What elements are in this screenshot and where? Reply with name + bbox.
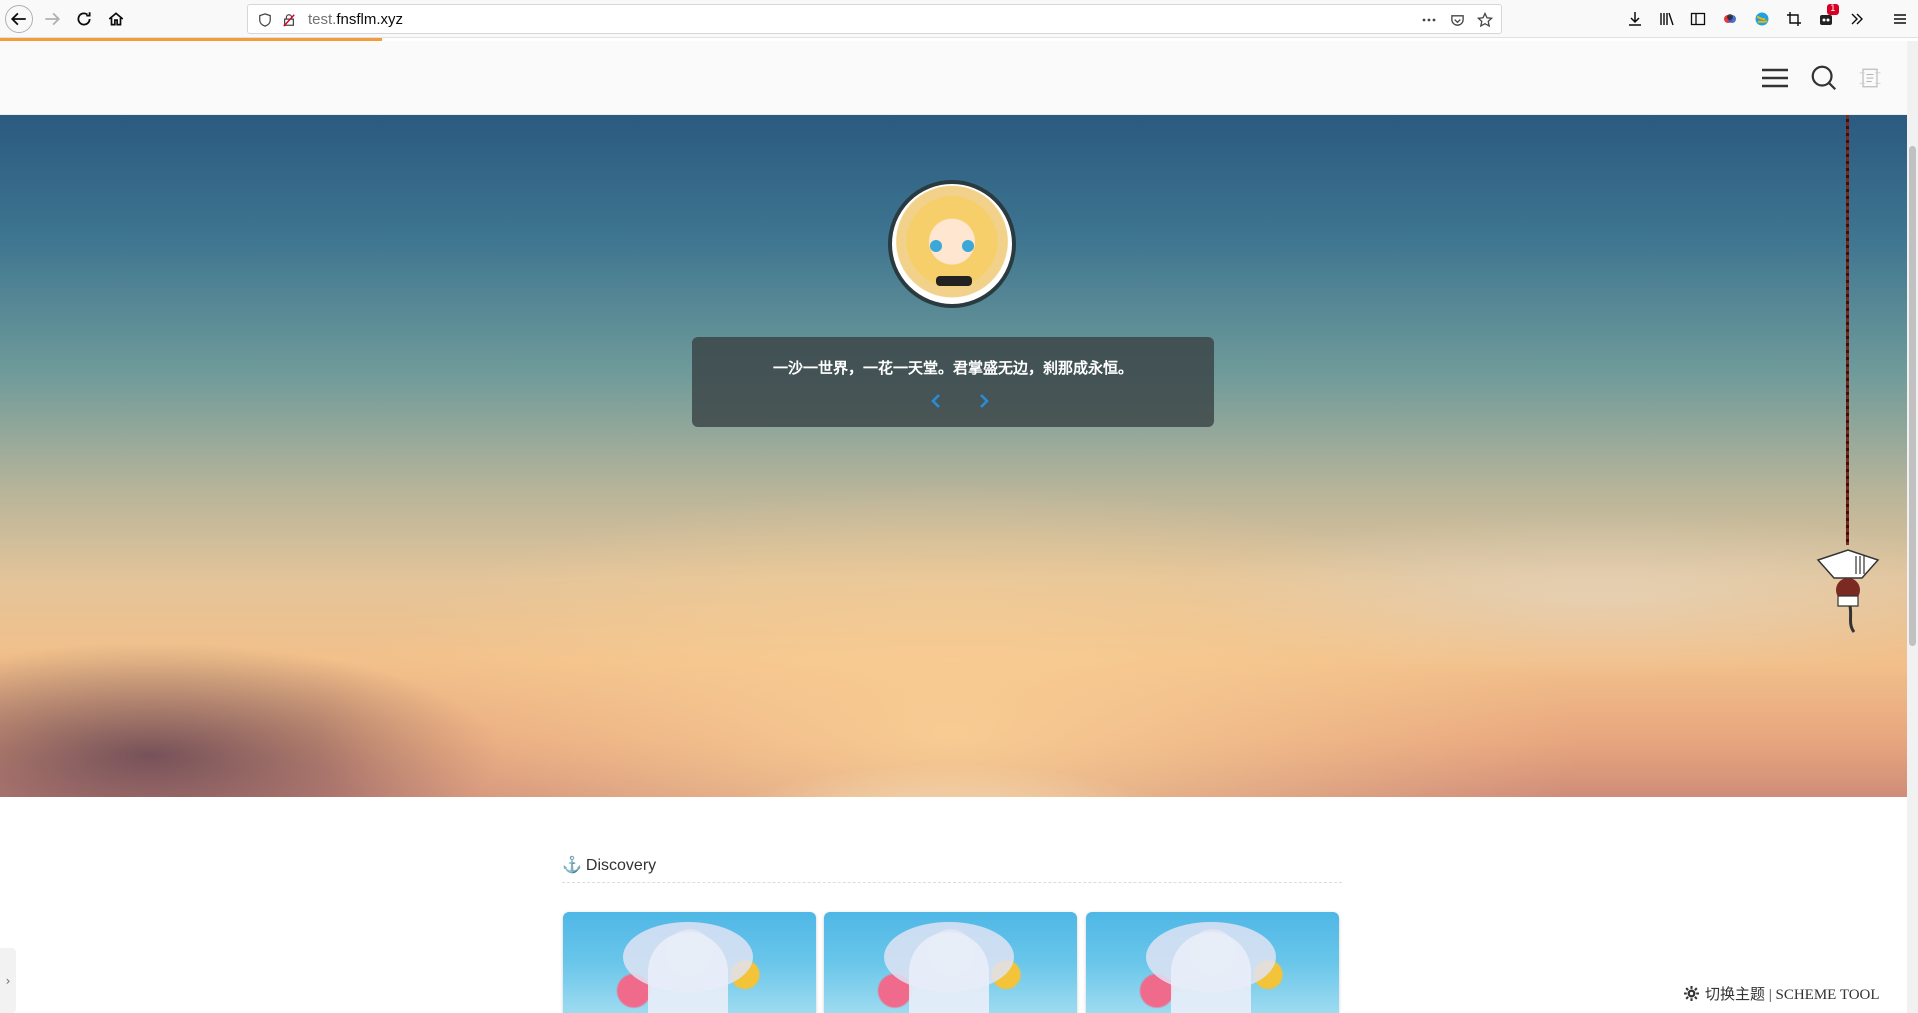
- card-image-figure: [909, 932, 989, 1013]
- back-button[interactable]: [5, 5, 33, 33]
- more-actions-icon[interactable]: [1420, 11, 1438, 29]
- reload-button[interactable]: [70, 5, 98, 33]
- search-icon[interactable]: [1807, 61, 1841, 95]
- insecure-lock-icon[interactable]: [280, 11, 298, 29]
- pocket-icon[interactable]: [1448, 11, 1466, 29]
- user-avatar-icon[interactable]: [1853, 61, 1887, 95]
- quote-prev-button[interactable]: [924, 389, 948, 413]
- sidebar-toggle-button[interactable]: ›: [0, 948, 16, 1013]
- library-icon[interactable]: [1657, 9, 1677, 29]
- card-image-figure: [648, 932, 728, 1013]
- menu-hamburger-icon[interactable]: [1890, 9, 1910, 29]
- shield-icon[interactable]: [256, 11, 274, 29]
- chevron-right-icon: ›: [5, 973, 11, 988]
- browser-toolbar: test.fnsflm.xyz 1: [0, 0, 1918, 38]
- extension-globe-icon[interactable]: [1752, 9, 1772, 29]
- section-title: ⚓ Discovery: [562, 855, 656, 875]
- section-divider: [562, 882, 1342, 883]
- reload-icon: [77, 12, 91, 26]
- gear-icon: [1684, 986, 1699, 1001]
- forward-button[interactable]: [38, 5, 66, 33]
- back-to-top-rope: [1846, 115, 1849, 545]
- home-icon: [108, 12, 124, 26]
- overflow-chevrons-icon[interactable]: [1847, 9, 1867, 29]
- avatar-choker: [936, 276, 972, 286]
- scheme-tool-label: 切换主题 | SCHEME TOOL: [1705, 987, 1880, 1003]
- site-header: [0, 41, 1907, 115]
- scrollbar-thumb[interactable]: [1909, 146, 1916, 646]
- bookmark-star-icon[interactable]: [1476, 11, 1494, 29]
- section-title-text: Discovery: [585, 857, 657, 874]
- back-to-top-cat-icon[interactable]: [1810, 540, 1886, 640]
- scheme-tool-button[interactable]: 切换主题 | SCHEME TOOL: [1684, 983, 1880, 1004]
- home-button[interactable]: [102, 5, 130, 33]
- card-image-figure: [1171, 932, 1251, 1013]
- site-menu-icon[interactable]: [1758, 61, 1792, 95]
- feature-card[interactable]: [1086, 912, 1339, 1013]
- avatar-eye: [930, 240, 942, 252]
- extension-colorzilla-icon[interactable]: [1720, 9, 1740, 29]
- arrow-right-icon: [45, 12, 61, 26]
- page-scrollbar[interactable]: [1907, 41, 1918, 1013]
- quote-box: 一沙一世界，一花一天堂。君掌盛无边，刹那成永恒。: [692, 337, 1214, 427]
- crop-screenshot-icon[interactable]: [1784, 9, 1804, 29]
- avatar[interactable]: [888, 180, 1016, 308]
- url-text[interactable]: test.fnsflm.xyz: [308, 11, 403, 28]
- extension-badge-icon[interactable]: 1: [1816, 4, 1839, 29]
- chevron-right-icon: [980, 394, 989, 408]
- url-bar[interactable]: test.fnsflm.xyz: [247, 4, 1502, 34]
- feature-card[interactable]: [563, 912, 816, 1013]
- avatar-eye: [962, 240, 974, 252]
- download-icon[interactable]: [1625, 9, 1645, 29]
- quote-text: 一沙一世界，一花一天堂。君掌盛无边，刹那成永恒。: [772, 359, 1133, 377]
- sidebar-icon[interactable]: [1688, 9, 1708, 29]
- quote-next-button[interactable]: [972, 389, 996, 413]
- feature-card[interactable]: [824, 912, 1077, 1013]
- arrow-left-icon: [10, 12, 26, 26]
- hero-banner: 一沙一世界，一花一天堂。君掌盛无边，刹那成永恒。: [0, 115, 1907, 797]
- anchor-icon: ⚓: [562, 857, 582, 874]
- chevron-left-icon: [931, 394, 940, 408]
- notification-badge: 1: [1827, 4, 1839, 15]
